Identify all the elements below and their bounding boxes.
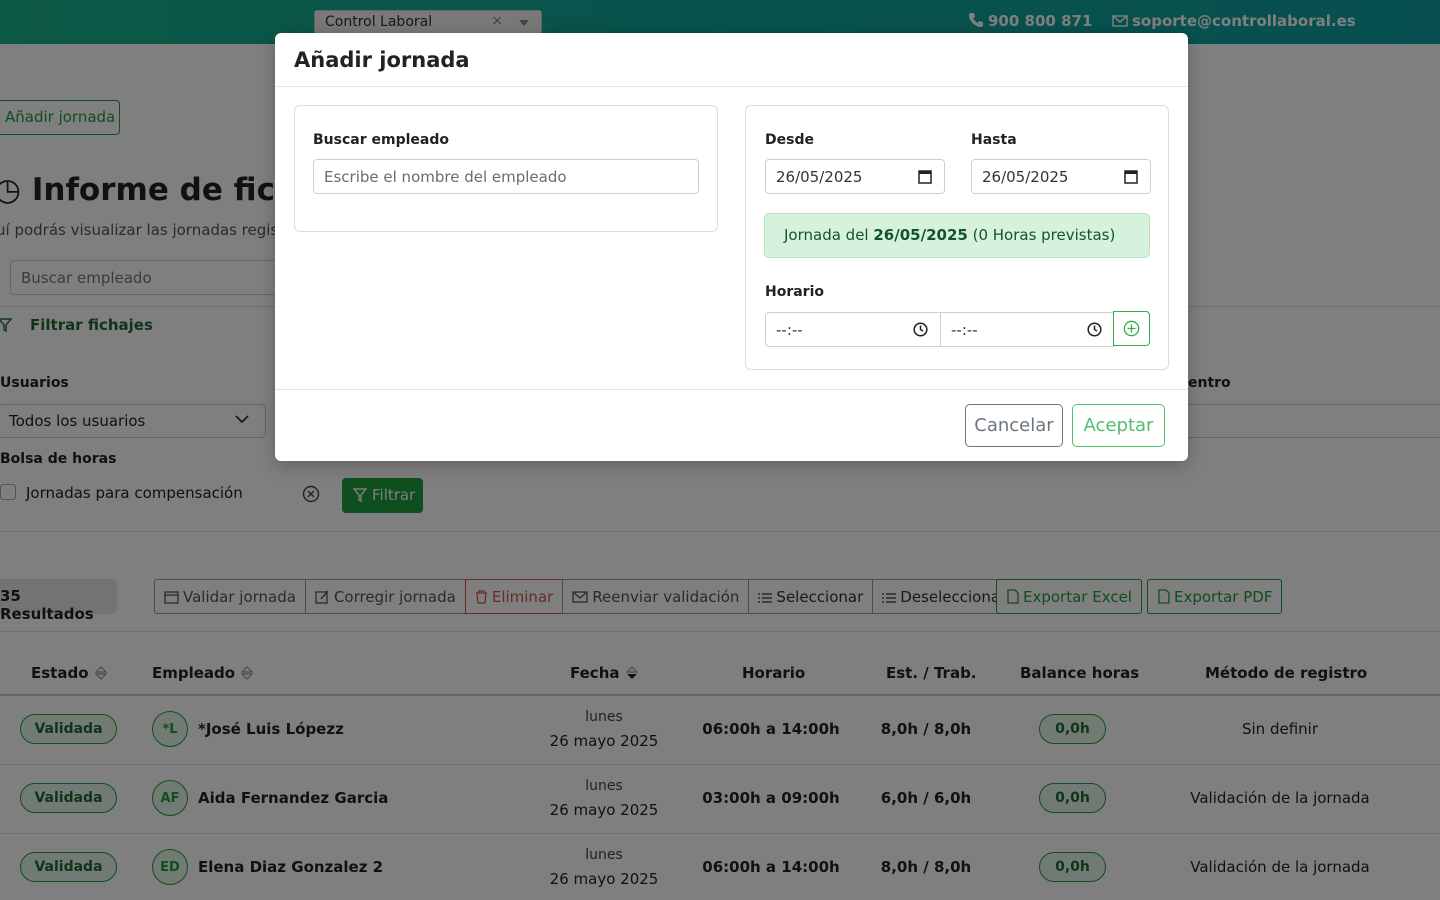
divider [275,389,1188,390]
employee-search-field[interactable]: Escribe el nombre del empleado [313,159,699,194]
start-time-value: --:-- [776,321,803,339]
employee-search-card: Buscar empleado Escribe el nombre del em… [294,105,718,232]
clock-icon[interactable] [1087,322,1102,337]
divider [275,86,1188,87]
calendar-icon[interactable] [1124,169,1138,184]
add-workday-modal: Añadir jornada Buscar empleado Escribe e… [275,33,1188,461]
to-date-label: Hasta [971,132,1017,148]
modal-title: Añadir jornada [294,48,470,72]
from-date-input[interactable]: 26/05/2025 [765,159,945,194]
from-date-label: Desde [765,132,814,148]
clock-icon[interactable] [913,322,928,337]
employee-search-label: Buscar empleado [313,132,449,148]
accept-button[interactable]: Aceptar [1072,404,1165,447]
end-time-input[interactable]: --:-- [940,312,1115,347]
alert-suffix: (0 Horas previstas) [967,226,1116,244]
alert-date: 26/05/2025 [873,226,968,244]
workday-info-alert: Jornada del 26/05/2025 (0 Horas prevista… [764,213,1150,258]
start-time-input[interactable]: --:-- [765,312,941,347]
to-date-input[interactable]: 26/05/2025 [971,159,1151,194]
plus-circle-icon [1123,320,1140,337]
add-time-slot-button[interactable] [1113,311,1150,346]
cancel-button[interactable]: Cancelar [965,404,1063,447]
end-time-value: --:-- [951,321,978,339]
calendar-icon[interactable] [918,169,932,184]
to-date-value: 26/05/2025 [982,168,1069,186]
schedule-label: Horario [765,284,825,300]
from-date-value: 26/05/2025 [776,168,863,186]
alert-prefix: Jornada del [784,226,874,244]
